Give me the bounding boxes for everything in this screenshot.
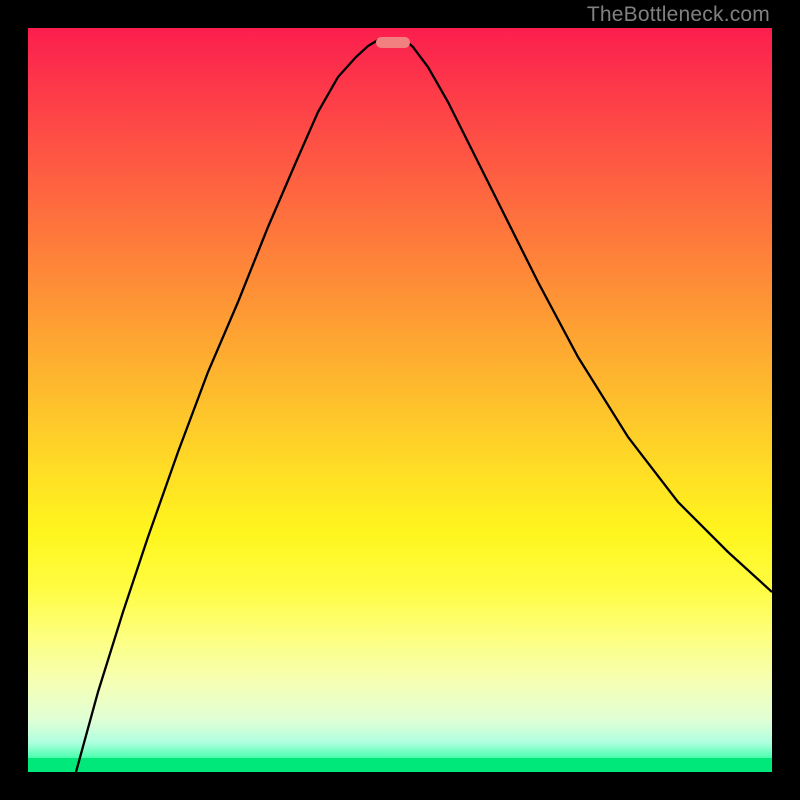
curve-segment-left: [76, 39, 383, 772]
bottleneck-curve: [28, 28, 772, 772]
optimal-marker: [376, 37, 410, 48]
chart-frame: [28, 28, 772, 772]
watermark-text: TheBottleneck.com: [587, 3, 770, 27]
curve-segment-right: [404, 39, 772, 592]
